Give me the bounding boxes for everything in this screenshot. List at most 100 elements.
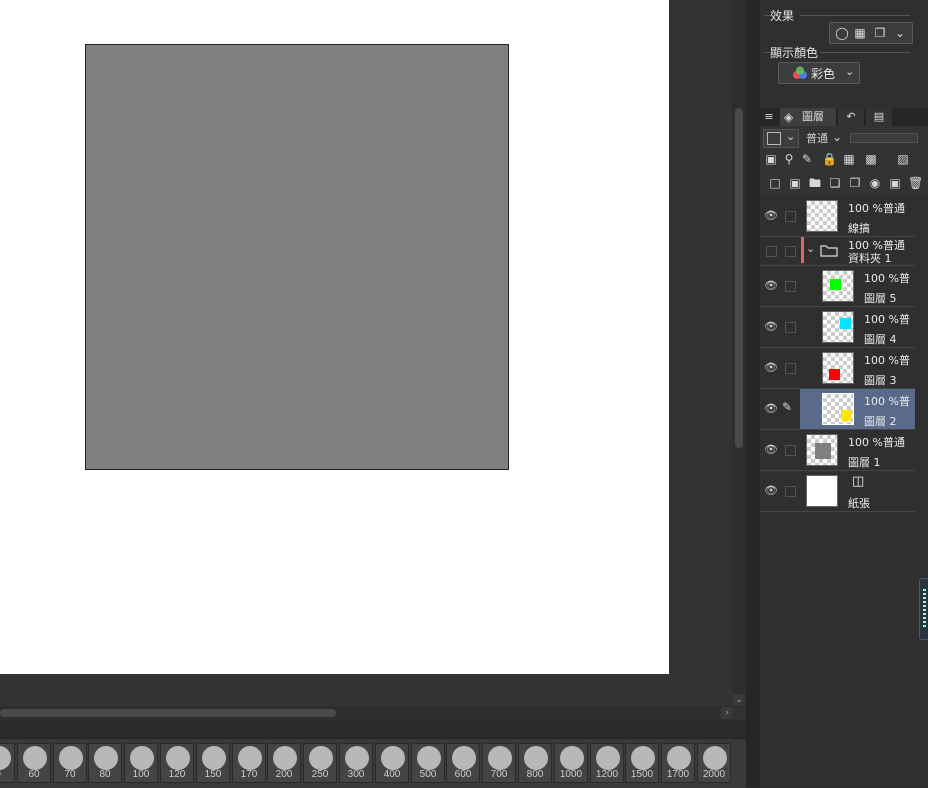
lock-toggle[interactable] xyxy=(785,363,796,374)
brush-size-preset[interactable]: 60 xyxy=(17,743,51,783)
thumbnail-mark xyxy=(829,369,840,380)
brush-size-preset[interactable]: 120 xyxy=(160,743,194,783)
layer-name: 紙張 xyxy=(848,497,870,510)
brush-size-dot xyxy=(23,746,47,770)
horizontal-scroll-thumb[interactable] xyxy=(0,709,336,717)
layer-row[interactable]: 👁 100 %普 圖層 4 xyxy=(760,307,915,348)
new-vector-layer-icon[interactable]: ▣ xyxy=(788,176,802,190)
brush-size-preset[interactable]: 100 xyxy=(124,743,158,783)
new-folder-icon[interactable]: 🖿 xyxy=(808,176,822,190)
scroll-down-icon[interactable]: ⌄ xyxy=(733,694,745,706)
lock-transparency-icon[interactable]: ▦ xyxy=(842,152,856,166)
tab-history[interactable]: ↶ xyxy=(838,108,865,126)
thumbnail-mark xyxy=(841,410,852,421)
trash-icon[interactable]: 🗑 xyxy=(908,176,923,190)
panel-menu-icon[interactable]: ≡ xyxy=(762,108,776,126)
chevron-down-icon[interactable]: ⌄ xyxy=(845,65,854,78)
copy-layers-icon[interactable]: ❐ xyxy=(873,26,887,40)
vertical-scrollbar[interactable]: ⌄ xyxy=(732,0,746,708)
lock-toggle[interactable] xyxy=(785,281,796,292)
brush-size-preset[interactable]: 170 xyxy=(232,743,266,783)
eye-icon[interactable]: 👁 xyxy=(764,403,778,415)
mask-icon[interactable]: ▩ xyxy=(864,152,878,166)
layer-row[interactable]: 👁 ◫ 紙張 xyxy=(760,471,915,512)
brush-size-dot xyxy=(381,746,405,770)
tab-layer[interactable]: ◈ 圖層 xyxy=(780,108,837,126)
panel-separator xyxy=(746,0,760,787)
layer-row-selected[interactable]: 👁 ✎ 100 %普 圖層 2 xyxy=(760,389,915,430)
layer-name: 圖層 1 xyxy=(848,456,881,469)
brush-size-preset[interactable]: 500 xyxy=(411,743,445,783)
brush-size-label: 60 xyxy=(28,769,40,780)
reference-layer-icon[interactable]: ⚲ xyxy=(782,152,796,166)
layer-info: 100 %普通 xyxy=(848,436,905,449)
layer-row[interactable]: ⌄ 100 %普通 資料夾 1 xyxy=(760,237,915,266)
brush-size-preset[interactable]: 700 xyxy=(482,743,516,783)
eye-icon[interactable]: 👁 xyxy=(764,280,778,292)
lock-icon[interactable]: 🔒 xyxy=(822,152,837,166)
lock-toggle[interactable] xyxy=(785,246,796,257)
layer-thumbnail xyxy=(822,393,854,425)
circle-icon[interactable]: ◯ xyxy=(835,26,849,40)
brush-size-preset[interactable]: 2000 xyxy=(697,743,731,783)
new-raster-layer-icon[interactable]: □ xyxy=(768,176,782,190)
brush-size-label: 800 xyxy=(526,769,544,780)
tone-icon[interactable]: ▦ xyxy=(853,26,867,40)
brush-size-preset[interactable]: 80 xyxy=(88,743,122,783)
paper-icon: ◫ xyxy=(852,474,865,489)
chevron-down-icon[interactable]: ⌄ xyxy=(830,130,844,144)
layer-row[interactable]: 👁 100 %普 圖層 3 xyxy=(760,348,915,389)
lock-toggle[interactable] xyxy=(785,322,796,333)
layer-name: 圖層 2 xyxy=(864,415,897,428)
eye-icon[interactable]: 👁 xyxy=(764,321,778,333)
brush-size-preset[interactable]: 200 xyxy=(267,743,301,783)
effect-selector[interactable]: ◯ ▦ ❐ ⌄ xyxy=(829,22,913,44)
brush-size-preset[interactable]: 600 xyxy=(446,743,480,783)
panel-resize-handle[interactable] xyxy=(919,578,928,640)
scroll-right-icon[interactable]: › xyxy=(721,707,733,719)
brush-size-label: 100 xyxy=(132,769,150,780)
brush-size-preset[interactable]: 1700 xyxy=(661,743,695,783)
merge-down-icon[interactable]: ❐ xyxy=(848,176,862,190)
brush-size-preset[interactable]: 400 xyxy=(375,743,409,783)
chevron-down-icon[interactable]: ⌄ xyxy=(893,26,907,40)
lock-toggle[interactable] xyxy=(785,445,796,456)
brush-size-label: 80 xyxy=(99,769,111,780)
brush-size-preset[interactable]: 300 xyxy=(339,743,373,783)
blend-mode-select[interactable]: 普通 xyxy=(806,130,828,146)
lock-toggle[interactable] xyxy=(785,211,796,222)
eye-icon[interactable]: 👁 xyxy=(764,210,778,222)
vertical-scroll-thumb[interactable] xyxy=(735,108,743,448)
layer-row[interactable]: 👁 100 %普 圖層 5 xyxy=(760,266,915,307)
visibility-toggle[interactable] xyxy=(766,246,777,257)
apply-mask-icon[interactable]: ▣ xyxy=(888,176,902,190)
brush-size-preset[interactable]: 1000 xyxy=(554,743,588,783)
eye-icon[interactable]: 👁 xyxy=(764,485,778,497)
layer-row[interactable]: 👁 100 %普通 圖層 1 xyxy=(760,430,915,471)
panel-tab-bar: ≡ ◈ 圖層 ↶ ▤ xyxy=(760,108,928,126)
brush-size-preset[interactable]: 150 xyxy=(196,743,230,783)
lock-toggle[interactable] xyxy=(785,486,796,497)
horizontal-scrollbar[interactable]: › xyxy=(0,706,734,720)
mask-off-icon[interactable]: ▨ xyxy=(896,152,910,166)
brush-size-preset[interactable]: 0 xyxy=(0,743,15,783)
brush-size-preset[interactable]: 800 xyxy=(518,743,552,783)
layer-color-select[interactable]: ⌄ xyxy=(763,129,799,148)
brush-size-preset[interactable]: 70 xyxy=(53,743,87,783)
brush-size-preset[interactable]: 1500 xyxy=(625,743,659,783)
opacity-slider[interactable] xyxy=(850,133,918,143)
brush-size-preset[interactable]: 250 xyxy=(303,743,337,783)
canvas-area[interactable]: ⌄ › xyxy=(0,0,746,720)
brush-size-preset[interactable]: 1200 xyxy=(590,743,624,783)
display-color-select[interactable]: 彩色 ⌄ xyxy=(778,62,860,84)
eye-icon[interactable]: 👁 xyxy=(764,362,778,374)
transfer-down-icon[interactable]: ❏ xyxy=(828,176,842,190)
eye-icon[interactable]: 👁 xyxy=(764,444,778,456)
canvas-paper[interactable] xyxy=(0,0,669,674)
chevron-down-icon[interactable]: ⌄ xyxy=(806,242,815,255)
mask-layer-icon[interactable]: ◉ xyxy=(868,176,882,190)
clip-layer-icon[interactable]: ▣ xyxy=(764,152,778,166)
layer-row[interactable]: 👁 100 %普通 線搞 xyxy=(760,196,915,237)
tab-layer-property[interactable]: ▤ xyxy=(866,108,893,126)
draft-layer-icon[interactable]: ✎ xyxy=(800,152,814,166)
